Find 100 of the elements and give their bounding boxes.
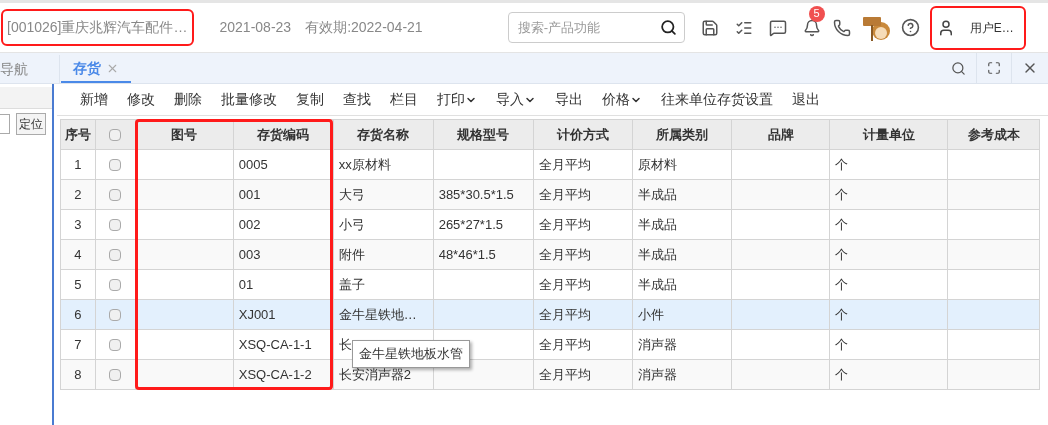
toolbar-button[interactable]: 修改 xyxy=(127,89,155,110)
column-header: 品牌 xyxy=(731,119,830,150)
table-cell: 全月平均 xyxy=(538,156,591,172)
table-cell: 半成品 xyxy=(637,186,677,202)
toolbar-button[interactable]: 栏目 xyxy=(390,89,418,110)
table-cell: 半成品 xyxy=(637,216,677,232)
locate-field[interactable] xyxy=(0,114,10,134)
table-cell: 消声器 xyxy=(637,336,677,352)
toolbar-button[interactable]: 批量修改 xyxy=(221,89,277,110)
table-cell: 全月平均 xyxy=(538,336,591,352)
row-number: 5 xyxy=(60,269,96,300)
column-header: 存货编码 xyxy=(233,119,334,150)
table-cell: 个 xyxy=(835,186,849,202)
search-field[interactable]: 搜索-产品功能 xyxy=(507,12,685,43)
checkbox[interactable] xyxy=(109,309,122,322)
table-cell: 盖子 xyxy=(338,276,365,292)
table-row[interactable]: 1 0005 xx原材料 全月平均 原材料 个 xyxy=(60,149,1040,180)
toolbar-button[interactable]: 复制 xyxy=(296,89,324,110)
table-cell: 全月平均 xyxy=(538,306,591,322)
table-row[interactable]: 3 002 小弓 265*27*1.5 全月平均 半成品 个 xyxy=(60,209,1040,240)
company-name: [001026]重庆兆辉汽车配件… xyxy=(3,11,192,44)
table-cell: 0005 xyxy=(238,156,268,172)
table-cell: 大弓 xyxy=(338,186,365,202)
table-row[interactable]: 4 003 附件 48*46*1.5 全月平均 半成品 个 xyxy=(60,239,1040,270)
table-cell: 001 xyxy=(238,186,261,202)
table-cell: XSQ-CA-1-2 xyxy=(238,366,312,382)
tooltip: 金牛星铁地板水管 xyxy=(352,340,470,368)
toolbar-button[interactable]: 查找 xyxy=(343,89,371,110)
toolbar-button[interactable]: 往来单位存货设置 xyxy=(661,89,773,110)
message-icon[interactable] xyxy=(768,18,787,37)
row-number: 1 xyxy=(60,149,96,180)
table-cell: 半成品 xyxy=(637,276,677,292)
row-number: 7 xyxy=(60,329,96,360)
toolbar-button[interactable]: 新增 xyxy=(80,89,108,110)
row-number: 2 xyxy=(60,179,96,210)
table-cell: XSQ-CA-1-1 xyxy=(238,336,312,352)
save-icon[interactable] xyxy=(700,18,719,37)
column-header: 计价方式 xyxy=(533,119,633,150)
table-cell: 附件 xyxy=(338,246,365,262)
table-cell: 003 xyxy=(238,246,261,262)
table-cell: 全月平均 xyxy=(538,246,591,262)
table-cell: 全月平均 xyxy=(538,366,591,382)
checkbox[interactable] xyxy=(109,369,122,382)
row-number: 4 xyxy=(60,239,96,270)
table-cell: 小弓 xyxy=(338,216,365,232)
validity-text: 有效期:2022-04-21 xyxy=(305,18,423,37)
locate-button[interactable]: 定位 xyxy=(16,113,46,135)
checkbox[interactable] xyxy=(109,249,122,262)
table-cell: 002 xyxy=(238,216,261,232)
date-text: 2021-08-23 xyxy=(219,18,292,37)
checkbox[interactable] xyxy=(109,279,122,292)
fullscreen-icon[interactable] xyxy=(987,61,1001,75)
toolbar-button[interactable]: 价格 xyxy=(602,89,642,110)
select-all-cell[interactable] xyxy=(95,119,136,150)
help-icon[interactable] xyxy=(900,18,920,37)
table-cell: 金牛星铁地… xyxy=(338,306,417,322)
row-number: 8 xyxy=(60,359,96,390)
table-row[interactable]: 6 XJ001 金牛星铁地… 全月平均 小件 个 xyxy=(60,299,1040,330)
table-cell: 48*46*1.5 xyxy=(438,246,496,262)
toolbar-button[interactable]: 导入 xyxy=(496,89,536,110)
table-cell: 全月平均 xyxy=(538,276,591,292)
table-row[interactable]: 5 01 盖子 全月平均 半成品 个 xyxy=(60,269,1040,300)
table-row[interactable]: 2 001 大弓 385*30.5*1.5 全月平均 半成品 个 xyxy=(60,179,1040,210)
table-cell: 个 xyxy=(835,156,849,172)
table-cell: 长安消声器2 xyxy=(338,366,411,382)
checkbox[interactable] xyxy=(109,189,122,202)
table-cell: 01 xyxy=(238,276,254,292)
column-header: 参考成本 xyxy=(947,119,1040,150)
table-cell: 385*30.5*1.5 xyxy=(438,186,514,202)
phone-icon[interactable] xyxy=(832,18,851,37)
table-cell: 半成品 xyxy=(637,246,677,262)
search-icon[interactable] xyxy=(659,19,677,36)
checkbox[interactable] xyxy=(109,219,122,232)
table-cell: 个 xyxy=(835,276,849,292)
search-icon[interactable] xyxy=(951,60,966,76)
table-cell: 全月平均 xyxy=(538,186,591,202)
toolbar-button[interactable]: 打印 xyxy=(437,89,477,110)
table-cell: 个 xyxy=(835,366,849,382)
table-cell: 个 xyxy=(835,216,849,232)
row-number: 3 xyxy=(60,209,96,240)
table-cell: 个 xyxy=(835,336,849,352)
column-header: 存货名称 xyxy=(333,119,434,150)
notification-badge: 5 xyxy=(808,5,825,22)
toolbar-button[interactable]: 退出 xyxy=(792,89,820,110)
table-cell: 小件 xyxy=(637,306,664,322)
table-cell: 消声器 xyxy=(637,366,677,382)
checkbox[interactable] xyxy=(109,159,122,172)
checkbox[interactable] xyxy=(109,339,122,352)
column-header: 所属类别 xyxy=(632,119,732,150)
column-header: 图号 xyxy=(135,119,234,150)
checkbox[interactable] xyxy=(109,129,122,142)
table-cell: 原材料 xyxy=(637,156,677,172)
table-cell: 长 xyxy=(338,336,352,352)
user-menu[interactable]: 用户E… xyxy=(931,7,1024,48)
toolbar-button[interactable]: 删除 xyxy=(174,89,202,110)
table-cell: 个 xyxy=(835,306,849,322)
toolbar-button[interactable]: 导出 xyxy=(555,89,583,110)
bell-icon[interactable] xyxy=(802,18,821,37)
table-cell: xx原材料 xyxy=(338,156,391,172)
table-cell: XJ001 xyxy=(238,306,276,322)
